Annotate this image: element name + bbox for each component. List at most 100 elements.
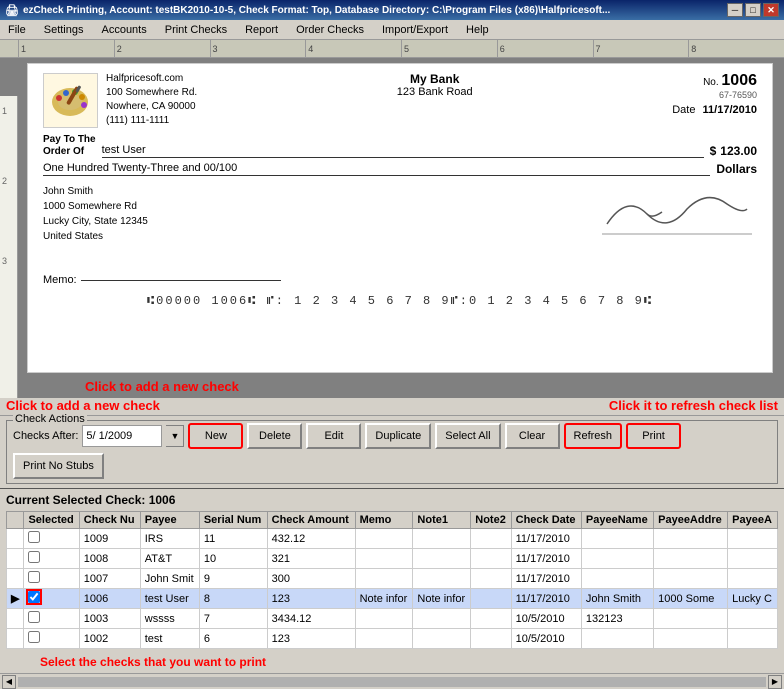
- col-note2: Note2: [471, 512, 511, 529]
- addr-line3: Lucky City, State 12345: [43, 214, 281, 229]
- row-note2: [471, 569, 511, 589]
- row-date: 11/17/2010: [511, 589, 581, 609]
- memo-underline: [81, 280, 281, 281]
- row-selected-cell[interactable]: [24, 549, 79, 569]
- menu-accounts[interactable]: Accounts: [97, 23, 150, 37]
- print-no-stubs-button[interactable]: Print No Stubs: [13, 453, 104, 479]
- row-selected-cell[interactable]: [24, 629, 79, 649]
- row-selected-cell[interactable]: [24, 529, 79, 549]
- amount-value: 123.00: [720, 144, 757, 158]
- col-payee-a: PayeeA: [728, 512, 778, 529]
- title-bar-buttons[interactable]: ─ □ ✕: [727, 3, 779, 17]
- addr-line2: 1000 Somewhere Rd: [43, 199, 281, 214]
- menu-import-export[interactable]: Import/Export: [378, 23, 452, 37]
- row-amount: 432.12: [267, 529, 355, 549]
- hints-row: Click to add a new check Click it to ref…: [0, 398, 784, 415]
- col-amount: Check Amount: [267, 512, 355, 529]
- scroll-right-button[interactable]: ▶: [768, 675, 782, 689]
- new-button[interactable]: New: [188, 423, 243, 449]
- row-checkbox[interactable]: [28, 591, 40, 603]
- row-check-num: 1003: [79, 609, 140, 629]
- row-payee-name: [581, 569, 653, 589]
- routing-display: 67-76590: [672, 90, 757, 100]
- row-serial: 9: [199, 569, 267, 589]
- row-payee: test: [140, 629, 199, 649]
- row-date: 10/5/2010: [511, 629, 581, 649]
- title-bar: 🖨 ezCheck Printing, Account: testBK2010-…: [0, 0, 784, 20]
- delete-button[interactable]: Delete: [247, 423, 302, 449]
- table-container[interactable]: Selected Check Nu Payee Serial Num Check…: [6, 511, 778, 649]
- current-check-label: Current Selected Check: 1006: [6, 493, 778, 507]
- ruler: 1 2 3 4 5 6 7 8: [0, 40, 784, 58]
- add-check-hint-text: Click to add a new check: [6, 398, 160, 413]
- group-label: Check Actions: [13, 413, 87, 425]
- col-note1: Note1: [413, 512, 471, 529]
- company-name: Halfpricesoft.com: [106, 72, 197, 86]
- row-checkbox[interactable]: [28, 531, 40, 543]
- table-row[interactable]: 1003 wssss 7 3434.12 10/5/2010 132123: [7, 609, 778, 629]
- app-icon: 🖨: [5, 4, 19, 17]
- menu-print-checks[interactable]: Print Checks: [161, 23, 231, 37]
- ruler-mark-5: 5: [401, 40, 497, 57]
- menu-help[interactable]: Help: [462, 23, 493, 37]
- date-filter-input[interactable]: [82, 425, 162, 447]
- minimize-button[interactable]: ─: [727, 3, 743, 17]
- row-note2: [471, 629, 511, 649]
- date-dropdown-button[interactable]: ▼: [166, 425, 184, 447]
- left-section: John Smith 1000 Somewhere Rd Lucky City,…: [43, 184, 281, 286]
- maximize-button[interactable]: □: [745, 3, 761, 17]
- menu-file[interactable]: File: [4, 23, 30, 37]
- clear-button[interactable]: Clear: [505, 423, 560, 449]
- horizontal-scrollbar[interactable]: ◀ ▶: [0, 673, 784, 689]
- row-payee-name: [581, 629, 653, 649]
- row-amount: 3434.12: [267, 609, 355, 629]
- col-payee: Payee: [140, 512, 199, 529]
- menu-bar: File Settings Accounts Print Checks Repo…: [0, 20, 784, 40]
- table-row[interactable]: 1007 John Smit 9 300 11/17/2010: [7, 569, 778, 589]
- row-selected-cell[interactable]: [24, 589, 79, 609]
- ruler-mark-1: 1: [18, 40, 114, 57]
- row-checkbox[interactable]: [28, 611, 40, 623]
- header-row: Selected Check Nu Payee Serial Num Check…: [7, 512, 778, 529]
- scroll-left-button[interactable]: ◀: [2, 675, 16, 689]
- row-payee: AT&T: [140, 549, 199, 569]
- row-checkbox[interactable]: [28, 631, 40, 643]
- company-logo: [43, 73, 98, 128]
- menu-order-checks[interactable]: Order Checks: [292, 23, 368, 37]
- refresh-button[interactable]: Refresh: [564, 423, 623, 449]
- row-memo: Note infor: [355, 589, 413, 609]
- row-payee-addr: [654, 629, 728, 649]
- scroll-track[interactable]: [18, 677, 766, 687]
- menu-settings[interactable]: Settings: [40, 23, 88, 37]
- table-row[interactable]: 1002 test 6 123 10/5/2010: [7, 629, 778, 649]
- ruler-mark-2: 2: [114, 40, 210, 57]
- row-payee-addr: 1000 Some: [654, 589, 728, 609]
- print-button[interactable]: Print: [626, 423, 681, 449]
- payee-name: test User: [102, 144, 704, 158]
- select-all-button[interactable]: Select All: [435, 423, 500, 449]
- duplicate-button[interactable]: Duplicate: [365, 423, 431, 449]
- row-payee-a: Lucky C: [728, 589, 778, 609]
- row-selected-cell[interactable]: [24, 569, 79, 589]
- table-row[interactable]: 1009 IRS 11 432.12 11/17/2010: [7, 529, 778, 549]
- menu-report[interactable]: Report: [241, 23, 282, 37]
- row-payee-name: John Smith: [581, 589, 653, 609]
- close-button[interactable]: ✕: [763, 3, 779, 17]
- row-amount: 123: [267, 589, 355, 609]
- row-date: 10/5/2010: [511, 609, 581, 629]
- row-selected-cell[interactable]: [24, 609, 79, 629]
- table-header: Selected Check Nu Payee Serial Num Check…: [7, 512, 778, 529]
- addr-line1: John Smith: [43, 184, 281, 199]
- addr-line4: United States: [43, 229, 281, 244]
- table-row[interactable]: ▶ 1006 test User 8 123 Note infor Note i…: [7, 589, 778, 609]
- row-payee-addr: [654, 549, 728, 569]
- row-checkbox[interactable]: [28, 571, 40, 583]
- company-address2: Nowhere, CA 90000: [106, 100, 197, 114]
- row-arrow-cell: [7, 549, 24, 569]
- row-checkbox[interactable]: [28, 551, 40, 563]
- company-address1: 100 Somewhere Rd.: [106, 86, 197, 100]
- table-row[interactable]: 1008 AT&T 10 321 11/17/2010: [7, 549, 778, 569]
- col-memo: Memo: [355, 512, 413, 529]
- row-arrow-cell: [7, 609, 24, 629]
- edit-button[interactable]: Edit: [306, 423, 361, 449]
